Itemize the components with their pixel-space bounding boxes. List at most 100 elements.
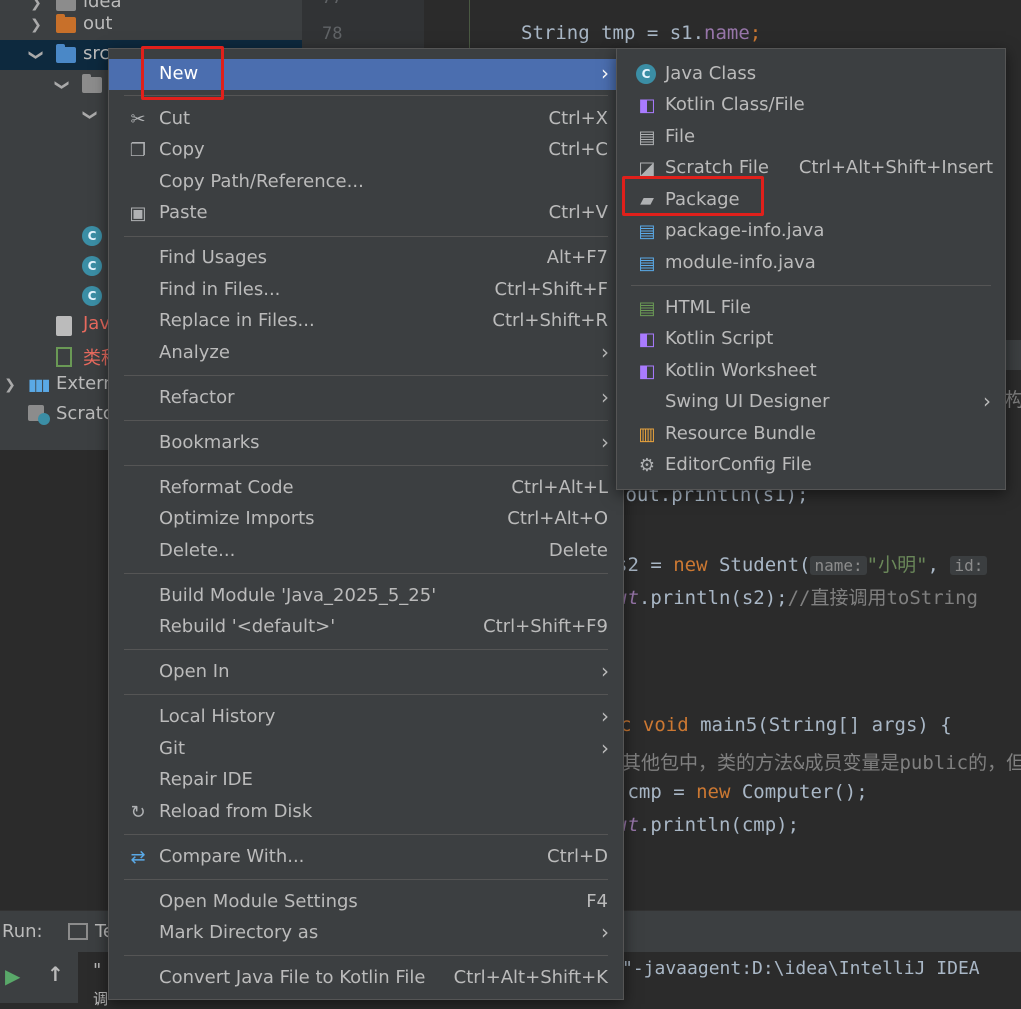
menu-item-copy-path[interactable]: Copy Path/Reference... <box>109 167 623 198</box>
tree-item-label: Extern <box>56 373 115 394</box>
menu-item-find-in-files[interactable]: Find in Files... Ctrl+Shift+F <box>109 275 623 306</box>
kotlin-worksheet-icon: ◧ <box>638 361 656 382</box>
menu-item-paste[interactable]: ▣ Paste Ctrl+V <box>109 198 623 229</box>
menu-item-repair-ide[interactable]: Repair IDE <box>109 765 623 796</box>
menu-separator <box>124 420 608 421</box>
menu-item-label: Mark Directory as <box>159 922 319 943</box>
submenu-item-java-class[interactable]: C Java Class <box>617 59 1005 90</box>
submenu-item-html-file[interactable]: ▤ HTML File <box>617 293 1005 324</box>
tree-item-out[interactable]: ❯ out <box>0 10 302 40</box>
submenu-item-swing-ui-designer[interactable]: Swing UI Designer › <box>617 387 1005 418</box>
chevron-down-icon[interactable]: ❯ <box>52 75 72 95</box>
menu-item-git[interactable]: Git › <box>109 734 623 765</box>
submenu-item-label: HTML File <box>665 297 751 318</box>
submenu-item-file[interactable]: ▤ File <box>617 122 1005 153</box>
menu-item-label: Rebuild '<default>' <box>159 616 336 637</box>
code-line[interactable]: ut.println(cmp); <box>616 814 799 836</box>
menu-item-label: Replace in Files... <box>159 310 315 331</box>
chevron-right-icon: › <box>601 61 609 85</box>
kotlin-script-icon: ◧ <box>638 329 656 350</box>
submenu-item-kotlin-worksheet[interactable]: ◧ Kotlin Worksheet <box>617 356 1005 387</box>
menu-item-open-in[interactable]: Open In › <box>109 657 623 688</box>
menu-item-refactor[interactable]: Refactor › <box>109 383 623 414</box>
chevron-right-icon[interactable]: ❯ <box>26 15 46 35</box>
submenu-item-label: Kotlin Script <box>665 328 774 349</box>
submenu-item-label: package-info.java <box>665 220 825 241</box>
run-icon[interactable]: ▶ <box>5 964 20 988</box>
menu-item-reload-from-disk[interactable]: ↻ Reload from Disk <box>109 797 623 828</box>
menu-item-shortcut: Ctrl+C <box>548 139 608 160</box>
main-class-icon[interactable]: C <box>82 286 102 306</box>
menu-item-find-usages[interactable]: Find Usages Alt+F7 <box>109 243 623 274</box>
console-output-fragment: 调 <box>93 990 109 1008</box>
chevron-down-icon[interactable]: ❯ <box>80 105 100 125</box>
submenu-item-package-info[interactable]: ▤ package-info.java <box>617 216 1005 247</box>
folder-icon <box>56 14 76 33</box>
menu-item-label: Build Module 'Java_2025_5_25' <box>159 585 437 606</box>
menu-item-label: Open Module Settings <box>159 891 358 912</box>
menu-separator <box>124 694 608 695</box>
code-line[interactable]: 其他包中，类的方法&成员变量是public的，但 <box>622 748 1021 775</box>
menu-item-label: Local History <box>159 706 276 727</box>
menu-item-label: Git <box>159 738 186 759</box>
menu-item-shortcut: Delete <box>548 540 608 561</box>
menu-item-mark-directory-as[interactable]: Mark Directory as › <box>109 918 623 949</box>
code-line[interactable]: ut.println(s2);//直接调用toString <box>616 583 978 610</box>
code-line[interactable]: cmp = new Computer(); <box>616 781 867 803</box>
menu-item-rebuild[interactable]: Rebuild '<default>' Ctrl+Shift+F9 <box>109 612 623 643</box>
menu-item-label: Bookmarks <box>159 432 260 453</box>
menu-item-bookmarks[interactable]: Bookmarks › <box>109 428 623 459</box>
menu-item-replace-in-files[interactable]: Replace in Files... Ctrl+Shift+R <box>109 306 623 337</box>
submenu-item-resource-bundle[interactable]: ▥ Resource Bundle <box>617 419 1005 450</box>
submenu-separator <box>631 285 991 286</box>
line-number: 77 <box>322 0 342 8</box>
submenu-item-module-info[interactable]: ▤ module-info.java <box>617 248 1005 279</box>
submenu-item-shortcut: Ctrl+Alt+Shift+Insert <box>798 157 993 178</box>
submenu-item-label: File <box>665 126 696 147</box>
arrow-up-icon[interactable]: ↑ <box>47 962 64 986</box>
menu-separator <box>124 955 608 956</box>
submenu-item-label: Java Class <box>665 63 757 84</box>
chevron-down-icon[interactable]: ❯ <box>26 45 46 65</box>
code-line[interactable]: s2 = new Student(name: "小明", id: <box>616 550 988 577</box>
menu-item-compare-with[interactable]: ⇄ Compare With... Ctrl+D <box>109 842 623 873</box>
submenu-item-label: Kotlin Worksheet <box>665 360 817 381</box>
menu-separator <box>124 375 608 376</box>
menu-item-convert-to-kotlin[interactable]: Convert Java File to Kotlin File Ctrl+Al… <box>109 963 623 994</box>
menu-item-analyze[interactable]: Analyze › <box>109 338 623 369</box>
class-icon[interactable]: C <box>82 226 102 246</box>
submenu-item-kotlin-script[interactable]: ◧ Kotlin Script <box>617 324 1005 355</box>
menu-item-label: Open In <box>159 661 230 682</box>
chevron-right-icon[interactable]: ❯ <box>0 375 20 395</box>
tree-item-label: Scratc <box>56 403 113 424</box>
menu-item-label: Reload from Disk <box>159 801 313 822</box>
menu-item-build-module[interactable]: Build Module 'Java_2025_5_25' <box>109 581 623 612</box>
clipboard-icon: ▣ <box>129 203 147 224</box>
class-icon[interactable]: C <box>82 256 102 276</box>
scissors-icon: ✂ <box>130 109 146 130</box>
menu-item-cut[interactable]: ✂ Cut Ctrl+X <box>109 104 623 135</box>
menu-item-label: Repair IDE <box>159 769 253 790</box>
submenu-item-editorconfig[interactable]: ⚙ EditorConfig File <box>617 450 1005 481</box>
submenu-item-label: module-info.java <box>665 252 816 273</box>
menu-item-label: Find in Files... <box>159 279 281 300</box>
submenu-item-label: Swing UI Designer <box>665 391 830 412</box>
java-file-icon: ▤ <box>638 253 656 274</box>
submenu-item-kotlin-class[interactable]: ◧ Kotlin Class/File <box>617 90 1005 121</box>
menu-item-reformat-code[interactable]: Reformat Code Ctrl+Alt+L <box>109 473 623 504</box>
chevron-right-icon: › <box>601 704 609 728</box>
menu-item-label: Find Usages <box>159 247 268 268</box>
menu-item-copy[interactable]: ❐ Copy Ctrl+C <box>109 135 623 166</box>
code-line[interactable]: c void main5(String[] args) { <box>620 714 952 736</box>
code-line[interactable]: String tmp = s1.name; <box>521 22 761 44</box>
menu-item-optimize-imports[interactable]: Optimize Imports Ctrl+Alt+O <box>109 504 623 535</box>
menu-item-local-history[interactable]: Local History › <box>109 702 623 733</box>
chevron-right-icon: › <box>601 920 609 944</box>
menu-item-delete[interactable]: Delete... Delete <box>109 536 623 567</box>
menu-separator <box>124 879 608 880</box>
html-file-icon: ▤ <box>638 298 656 319</box>
menu-item-label: Paste <box>159 202 208 223</box>
console-tab-icon <box>68 923 88 940</box>
code-fragment: 构 <box>1005 389 1021 411</box>
menu-item-open-module-settings[interactable]: Open Module Settings F4 <box>109 887 623 918</box>
